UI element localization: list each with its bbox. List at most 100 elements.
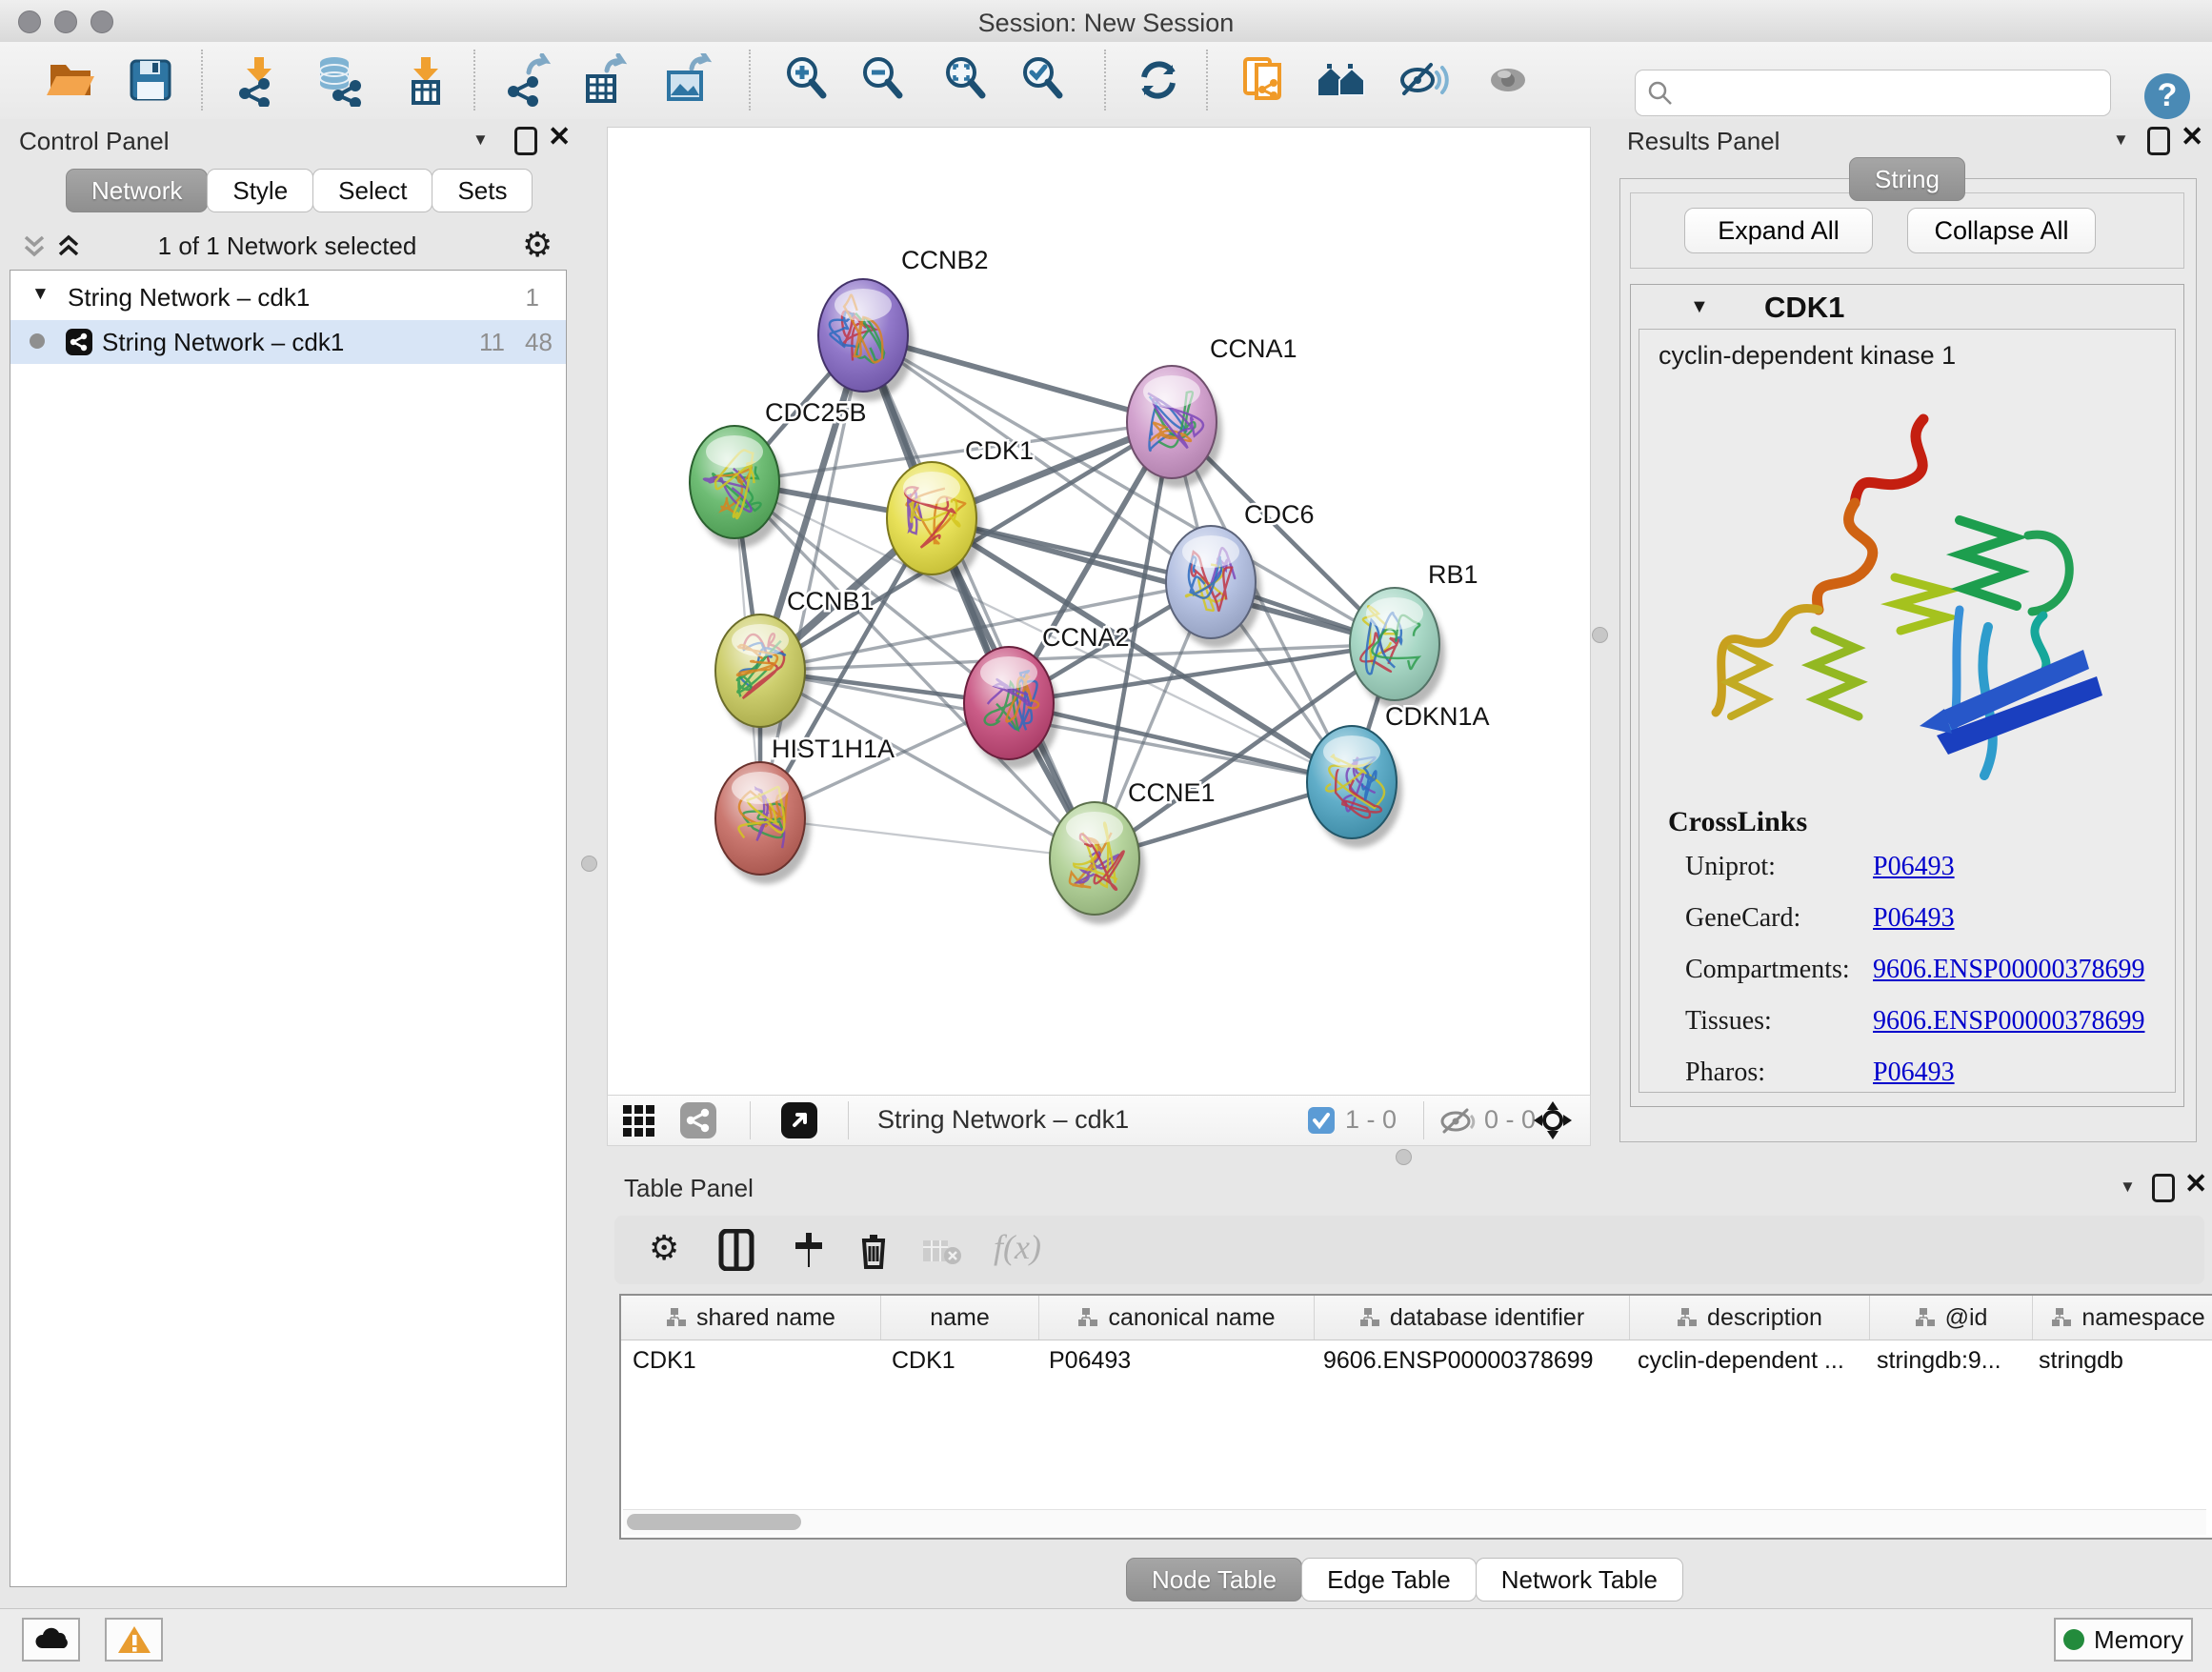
memory-button[interactable]: Memory: [2054, 1618, 2193, 1662]
crosslink-genecard-link[interactable]: P06493: [1873, 903, 1955, 934]
gene-section-caret-icon[interactable]: ▼: [1690, 296, 1709, 318]
cell-databaseidentifier: 9606.ENSP00000378699: [1312, 1340, 1626, 1380]
table-row[interactable]: CDK1CDK1P064939606.ENSP00000378699cyclin…: [621, 1340, 2212, 1380]
import-table-icon[interactable]: [398, 53, 452, 107]
network-row[interactable]: String Network – cdk1 11 48: [10, 320, 566, 364]
network-view-icon[interactable]: [680, 1102, 716, 1143]
pan-crosshair-icon[interactable]: [1533, 1100, 1573, 1145]
collection-caret-icon[interactable]: ▼: [31, 284, 50, 305]
export-network-icon[interactable]: [502, 53, 555, 107]
column-header-description[interactable]: description: [1630, 1296, 1870, 1340]
scrollbar-thumb[interactable]: [627, 1514, 801, 1530]
create-column-icon[interactable]: [790, 1229, 828, 1276]
tab-network-table[interactable]: Network Table: [1476, 1558, 1683, 1601]
table-panel-close-icon[interactable]: ✕: [2184, 1172, 2207, 1197]
string-home-icon[interactable]: [1315, 53, 1368, 107]
table-panel-float-icon[interactable]: [2152, 1174, 2175, 1202]
collection-count: 1: [526, 283, 539, 312]
zoom-in-icon[interactable]: [781, 53, 835, 107]
grid-view-icon[interactable]: [621, 1103, 655, 1142]
tab-network[interactable]: Network: [66, 169, 208, 212]
view-toolbar-separator: [750, 1101, 751, 1139]
help-icon[interactable]: ?: [2144, 73, 2190, 119]
cell-description: cyclin-dependent ...: [1626, 1340, 1865, 1380]
network-node-CCNA2[interactable]: [964, 647, 1059, 769]
main-toolbar: ?: [0, 42, 2212, 120]
column-header-databaseidentifier[interactable]: database identifier: [1315, 1296, 1630, 1340]
save-session-icon[interactable]: [124, 53, 177, 107]
string-show-icon[interactable]: [1481, 53, 1535, 107]
collapse-all-button[interactable]: Collapse All: [1907, 208, 2096, 253]
network-collection-row[interactable]: ▼ String Network – cdk1 1: [10, 276, 566, 320]
zoom-fit-content-icon[interactable]: [940, 53, 994, 107]
control-panel-title: Control Panel: [19, 127, 170, 156]
show-columns-icon[interactable]: [717, 1229, 755, 1276]
crosslink-uniprot-link[interactable]: P06493: [1873, 852, 1955, 882]
column-header-id[interactable]: @id: [1870, 1296, 2033, 1340]
column-header-sharedname[interactable]: shared name: [621, 1296, 881, 1340]
crosslink-compartments-link[interactable]: 9606.ENSP00000378699: [1873, 955, 2144, 985]
network-list: ▼ String Network – cdk1 1 String Network…: [10, 270, 567, 1587]
column-header-namespace[interactable]: namespace: [2033, 1296, 2212, 1340]
cloud-button[interactable]: [22, 1618, 80, 1662]
apply-layout-icon[interactable]: [1132, 53, 1185, 107]
selected-checkbox-icon[interactable]: [1308, 1107, 1335, 1138]
tab-string[interactable]: String: [1849, 157, 1965, 201]
network-node-CCNE1[interactable]: [1050, 802, 1145, 924]
expand-all-button[interactable]: Expand All: [1684, 208, 1873, 253]
export-table-icon[interactable]: [578, 53, 632, 107]
left-splitter-handle[interactable]: [581, 856, 597, 872]
birds-eye-view-icon[interactable]: [781, 1102, 817, 1143]
export-image-icon[interactable]: [661, 53, 714, 107]
network-node-CDKN1A[interactable]: [1307, 726, 1402, 848]
column-header-canonicalname[interactable]: canonical name: [1039, 1296, 1315, 1340]
gene-symbol: CDK1: [1764, 291, 1844, 325]
tab-node-table[interactable]: Node Table: [1126, 1558, 1302, 1601]
network-options-gear-icon[interactable]: ⚙: [522, 228, 553, 262]
table-toolbar: ⚙ f(x): [614, 1216, 2204, 1284]
string-hide-icon[interactable]: [1397, 53, 1450, 107]
tab-select[interactable]: Select: [312, 169, 432, 212]
tab-style[interactable]: Style: [207, 169, 313, 212]
cell-canonicalname: P06493: [1037, 1340, 1312, 1380]
column-header-name[interactable]: name: [881, 1296, 1039, 1340]
crosslink-pharos-link[interactable]: P06493: [1873, 1058, 1955, 1088]
network-node-HIST1H1A[interactable]: [715, 762, 811, 884]
selected-node-edge-counts: 1 - 0: [1345, 1105, 1397, 1135]
function-builder-icon[interactable]: f(x): [994, 1227, 1041, 1267]
tab-sets[interactable]: Sets: [432, 169, 533, 212]
tab-edge-table[interactable]: Edge Table: [1301, 1558, 1477, 1601]
table-panel-collapse-icon[interactable]: ▼: [2120, 1178, 2136, 1197]
zoom-selected-icon[interactable]: [1017, 53, 1071, 107]
results-panel-collapse-icon[interactable]: ▼: [2113, 131, 2129, 150]
open-session-icon[interactable]: [44, 53, 97, 107]
network-node-CCNB1[interactable]: [715, 614, 811, 736]
network-canvas[interactable]: CCNB2CCNA1CDC25BCDK1CDC6RB1CCNB1CCNA2HIS…: [607, 127, 1591, 1096]
control-panel-float-icon[interactable]: [514, 127, 537, 155]
delete-column-icon[interactable]: [855, 1229, 893, 1276]
network-node-CCNB2[interactable]: [818, 279, 914, 401]
string-protein-query-icon[interactable]: [1237, 53, 1291, 107]
crosslink-tissues-link[interactable]: 9606.ENSP00000378699: [1873, 1006, 2144, 1037]
results-panel-float-icon[interactable]: [2147, 127, 2170, 155]
import-network-database-icon[interactable]: [313, 53, 367, 107]
crosslinks-list: Uniprot:P06493GeneCard:P06493Compartment…: [1639, 852, 2175, 1109]
network-node-CDK1[interactable]: [887, 462, 982, 584]
hidden-eye-icon[interactable]: [1438, 1107, 1477, 1140]
control-panel-collapse-icon[interactable]: ▼: [473, 131, 489, 150]
results-panel-close-icon[interactable]: ✕: [2181, 125, 2203, 150]
delete-table-icon[interactable]: [921, 1237, 963, 1272]
control-panel-close-icon[interactable]: ✕: [548, 125, 571, 150]
import-network-file-icon[interactable]: [231, 53, 285, 107]
zoom-out-icon[interactable]: [857, 53, 911, 107]
network-node-RB1[interactable]: [1350, 588, 1445, 710]
network-node-CDC25B[interactable]: [690, 426, 785, 548]
table-horizontal-scrollbar[interactable]: [623, 1509, 2206, 1535]
warning-button[interactable]: [105, 1618, 163, 1662]
search-input[interactable]: [1678, 74, 2101, 111]
network-node-CDC6[interactable]: [1166, 526, 1261, 648]
right-splitter-handle[interactable]: [1592, 627, 1608, 643]
horizontal-splitter-handle[interactable]: [1396, 1149, 1412, 1165]
cell-namespace: stringdb: [2027, 1340, 2212, 1380]
table-options-gear-icon[interactable]: ⚙: [649, 1231, 679, 1265]
